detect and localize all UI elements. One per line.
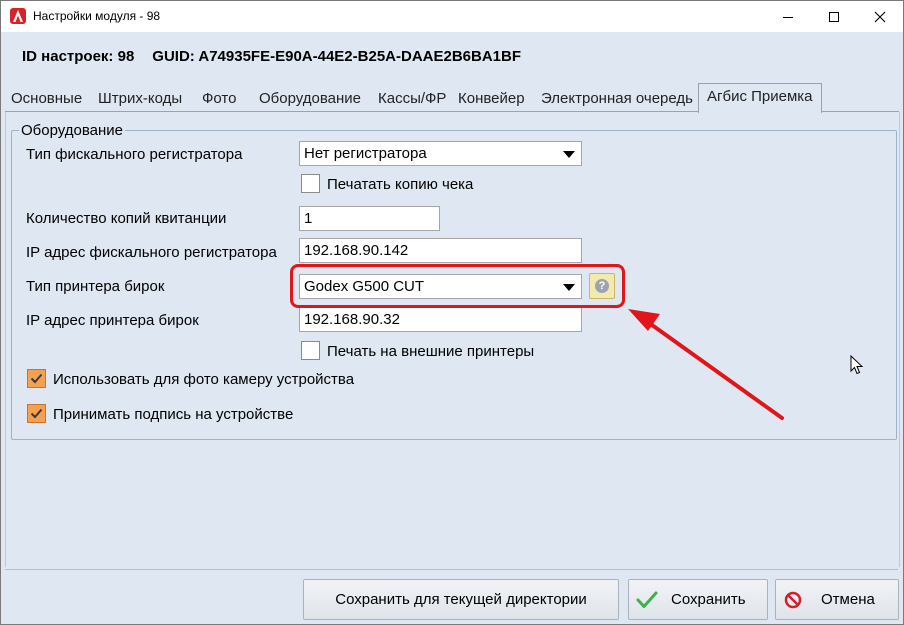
- bottom-separator: [5, 569, 898, 570]
- cancel-label: Отмена: [821, 591, 875, 608]
- window-title: Настройки модуля - 98: [33, 9, 161, 23]
- use-camera-label[interactable]: Использовать для фото камеру устройства: [53, 371, 354, 388]
- settings-id-bar: ID настроек: 98 GUID: A74935FE-E90A-44E2-…: [22, 48, 521, 65]
- settings-window: Настройки модуля - 98 ID настроек: 98 GUI…: [0, 0, 904, 625]
- tab-agbis-reception[interactable]: Агбис Приемка: [698, 83, 822, 113]
- minimize-icon: [783, 16, 793, 18]
- save-button[interactable]: Сохранить: [628, 579, 768, 620]
- tab-strip: Основные Штрих-коды Фото Оборудование Ка…: [5, 83, 899, 113]
- tab-equipment[interactable]: Оборудование: [255, 87, 365, 111]
- fiscal-type-combobox[interactable]: Нет регистратора: [299, 141, 582, 166]
- checkmark-icon: [30, 373, 43, 384]
- tag-printer-ip-input[interactable]: 192.168.90.32: [299, 307, 582, 332]
- external-print-checkbox[interactable]: [301, 341, 320, 360]
- settings-guid: GUID: A74935FE-E90A-44E2-B25A-DAAE2B6BA1…: [152, 48, 522, 65]
- tag-printer-ip-label: IP адрес принтера бирок: [26, 312, 199, 329]
- checkmark-icon: [30, 408, 43, 419]
- app-logo-icon: [10, 8, 26, 24]
- print-copy-label[interactable]: Печатать копию чека: [327, 176, 473, 193]
- copies-value: 1: [304, 210, 313, 227]
- tab-cash-registers[interactable]: Кассы/ФР: [374, 87, 450, 111]
- maximize-button[interactable]: [811, 1, 857, 32]
- tab-electronic-queue[interactable]: Электронная очередь: [537, 87, 697, 111]
- settings-id: ID настроек: 98: [22, 48, 135, 65]
- print-copy-checkbox[interactable]: [301, 174, 320, 193]
- fiscal-type-value: Нет регистратора: [304, 145, 427, 162]
- maximize-icon: [829, 11, 839, 22]
- save-for-directory-label: Сохранить для текущей директории: [335, 591, 587, 608]
- tag-printer-type-label: Тип принтера бирок: [26, 278, 165, 295]
- close-icon: [874, 11, 886, 22]
- accept-signature-label[interactable]: Принимать подпись на устройстве: [53, 406, 293, 423]
- tab-basic[interactable]: Основные: [7, 87, 86, 111]
- dropdown-arrow-icon: [563, 151, 575, 158]
- save-label: Сохранить: [671, 591, 746, 608]
- save-for-directory-button[interactable]: Сохранить для текущей директории: [303, 579, 619, 620]
- minimize-button[interactable]: [765, 1, 811, 32]
- use-camera-checkbox[interactable]: [27, 369, 46, 388]
- annotation-highlight-box: [290, 264, 625, 308]
- title-bar[interactable]: Настройки модуля - 98: [1, 1, 903, 32]
- fiscal-type-label: Тип фискального регистратора: [26, 146, 243, 163]
- fiscal-ip-input[interactable]: 192.168.90.142: [299, 238, 582, 263]
- fiscal-ip-label: IP адрес фискального регистратора: [26, 244, 277, 261]
- accept-signature-checkbox[interactable]: [27, 404, 46, 423]
- checkmark-icon: [636, 591, 658, 608]
- tag-printer-ip-value: 192.168.90.32: [304, 311, 400, 328]
- close-button[interactable]: [857, 1, 903, 32]
- tab-barcodes[interactable]: Штрих-коды: [94, 87, 186, 111]
- groupbox-title: Оборудование: [19, 122, 126, 139]
- external-print-label[interactable]: Печать на внешние принтеры: [327, 343, 534, 360]
- tab-conveyor[interactable]: Конвейер: [454, 87, 529, 111]
- copies-input[interactable]: 1: [299, 206, 440, 231]
- copies-label: Количество копий квитанции: [26, 210, 227, 227]
- mouse-cursor-icon: [850, 355, 864, 375]
- fiscal-ip-value: 192.168.90.142: [304, 242, 409, 259]
- cancel-button[interactable]: Отмена: [775, 579, 899, 620]
- tab-photo[interactable]: Фото: [198, 87, 240, 111]
- cancel-icon: [784, 591, 802, 609]
